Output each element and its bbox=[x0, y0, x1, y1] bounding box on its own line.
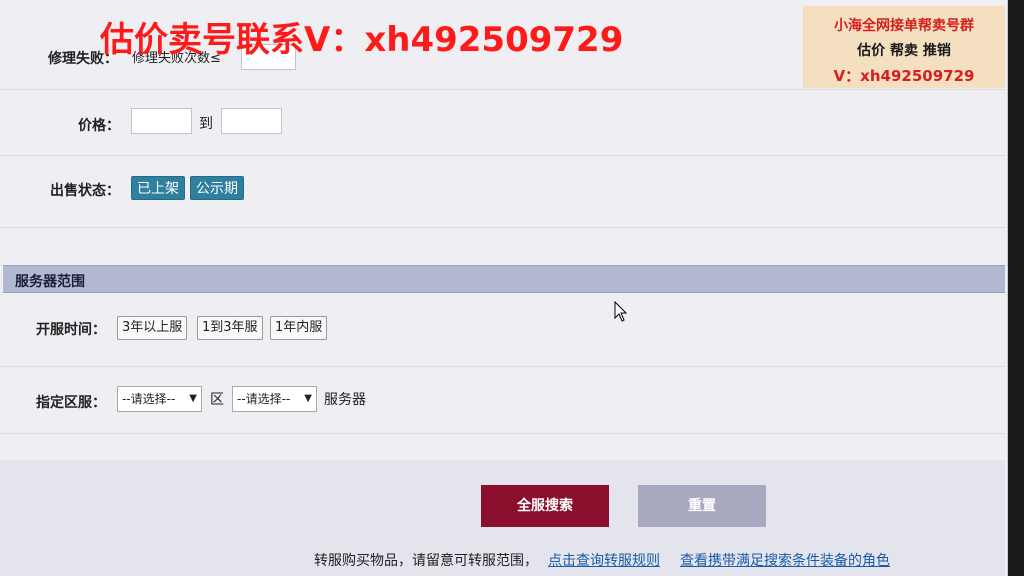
transfer-note: 转服购买物品，请留意可转服范围， bbox=[314, 553, 538, 569]
server-suffix-text: 服务器 bbox=[324, 392, 366, 408]
promo-line-3: V：xh492509729 bbox=[833, 67, 975, 85]
server-select[interactable]: --请选择-- ▼ bbox=[232, 386, 317, 412]
server-range-section-header: 服务器范围 bbox=[3, 265, 1005, 293]
matching-roles-link[interactable]: 查看携带满足搜索条件装备的角色 bbox=[680, 550, 890, 570]
search-all-servers-button[interactable]: 全服搜索 bbox=[481, 485, 609, 527]
open-time-label: 开服时间： bbox=[36, 322, 106, 338]
sale-status-row: 出售状态： 已上架 公示期 bbox=[0, 156, 1005, 228]
chevron-down-icon: ▼ bbox=[304, 393, 312, 404]
promo-line-2: 估价 帮卖 推销 bbox=[857, 43, 951, 59]
status-listed-button[interactable]: 已上架 bbox=[131, 176, 185, 200]
price-row: 价格： 到 bbox=[0, 90, 1005, 156]
zone-select[interactable]: --请选择-- ▼ bbox=[117, 386, 202, 412]
open-time-3yr-plus-button[interactable]: 3年以上服 bbox=[117, 316, 188, 340]
price-min-input[interactable] bbox=[131, 108, 192, 134]
zone-select-value: --请选择-- bbox=[122, 392, 176, 406]
promo-line-1: 小海全网接单帮卖号群 bbox=[834, 18, 974, 34]
zone-row: 指定区服： --请选择-- ▼ 区 --请选择-- ▼ 服务器 bbox=[0, 367, 1005, 434]
zone-mid-text: 区 bbox=[210, 392, 224, 408]
price-max-input[interactable] bbox=[221, 108, 282, 134]
open-time-1to3yr-button[interactable]: 1到3年服 bbox=[197, 316, 263, 340]
zone-label: 指定区服： bbox=[36, 395, 106, 411]
reset-button[interactable]: 重置 bbox=[638, 485, 766, 527]
server-select-value: --请选择-- bbox=[237, 392, 291, 406]
contact-watermark: 估价卖号联系V：xh492509729 bbox=[100, 20, 624, 60]
mouse-cursor-icon bbox=[614, 301, 628, 322]
sale-status-label: 出售状态： bbox=[50, 183, 120, 199]
chevron-down-icon: ▼ bbox=[189, 393, 197, 404]
status-public-period-button[interactable]: 公示期 bbox=[190, 176, 244, 200]
price-label: 价格： bbox=[78, 118, 120, 134]
open-time-row: 开服时间： 3年以上服 1到3年服 1年内服 bbox=[0, 294, 1005, 367]
promo-watermark-box: 小海全网接单帮卖号群 估价 帮卖 推销 V：xh492509729 bbox=[803, 6, 1005, 88]
transfer-rules-link[interactable]: 点击查询转服规则 bbox=[548, 550, 660, 570]
price-to-text: 到 bbox=[199, 116, 213, 132]
section-title: 服务器范围 bbox=[15, 274, 85, 290]
open-time-within-1yr-button[interactable]: 1年内服 bbox=[270, 316, 328, 340]
